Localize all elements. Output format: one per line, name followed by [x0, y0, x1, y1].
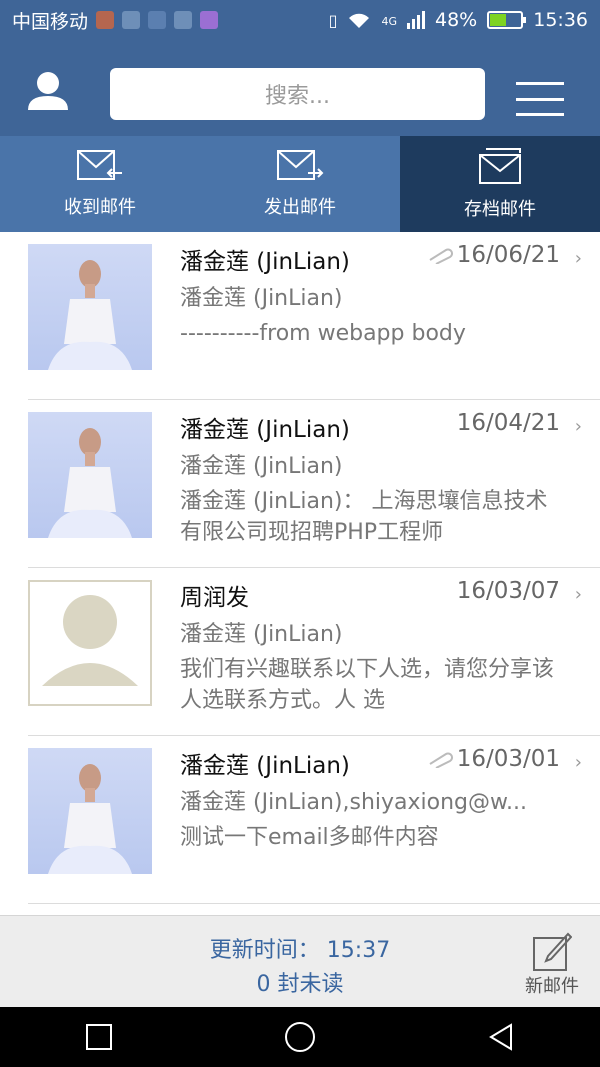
email-item[interactable]: 潘金莲 (JinLian) 16/06/21 › 潘金莲 (JinLian) -… [28, 232, 600, 400]
back-icon[interactable] [487, 1023, 515, 1051]
attachment-icon [429, 248, 453, 264]
email-item[interactable]: 潘金莲 (JinLian) 16/04/21 › 潘金莲 (JinLian) 潘… [28, 400, 600, 568]
huawei-notification-icon [96, 11, 115, 29]
email-list: 潘金莲 (JinLian) 16/06/21 › 潘金莲 (JinLian) -… [0, 232, 600, 904]
email-item[interactable]: 周润发 16/03/07 › 潘金莲 (JinLian) 我们有兴趣联系以下人选… [28, 568, 600, 736]
usb-icon [148, 11, 167, 29]
compose-icon [533, 932, 572, 971]
user-avatar-icon[interactable] [28, 70, 68, 112]
wifi-icon [349, 13, 370, 28]
email-date: 16/03/07 [456, 578, 560, 604]
unread-count: 0 封未读 [256, 972, 344, 997]
email-recipient: 潘金莲 (JinLian),shiyaxiong@w... [180, 790, 527, 815]
email-recipient: 潘金莲 (JinLian) [180, 622, 343, 647]
keyboard-icon [200, 11, 219, 29]
inbox-envelope-icon [77, 150, 122, 180]
app-notification-icon [122, 11, 141, 29]
recent-apps-icon[interactable] [85, 1023, 113, 1051]
email-preview: 潘金莲 (JinLian)： 上海思壤信息技术有限公司现招聘PHP工程师 [180, 489, 548, 545]
email-preview: ----------from webapp body [180, 321, 466, 346]
attachment-icon [429, 752, 453, 768]
vibrate-icon: ▯ [328, 10, 338, 30]
email-recipient: 潘金莲 (JinLian) [180, 286, 343, 311]
sender-name: 潘金莲 (JinLian) [180, 249, 350, 275]
tab-sent-label: 发出邮件 [264, 197, 336, 218]
battery-percent: 48% [435, 9, 478, 31]
carrier-label: 中国移动 [12, 10, 89, 33]
chevron-right-icon: › [574, 584, 582, 605]
update-time: 更新时间： 15:37 [209, 938, 391, 963]
email-recipient: 潘金莲 (JinLian) [180, 454, 343, 479]
battery-icon [487, 11, 527, 29]
email-date: 16/03/01 [456, 746, 560, 772]
default-avatar-icon [28, 580, 152, 706]
email-date: 16/04/21 [456, 410, 560, 436]
email-item[interactable]: 潘金莲 (JinLian) 16/03/01 › 潘金莲 (JinLian),s… [28, 736, 600, 904]
status-bar: 中国移动 ▯ 4G 48% 15:36 [0, 0, 600, 40]
mail-tabs: 收到邮件 发出邮件 存档邮件 [0, 136, 600, 232]
sender-name: 潘金莲 (JinLian) [180, 417, 350, 443]
sender-name: 潘金莲 (JinLian) [180, 753, 350, 779]
chevron-right-icon: › [574, 248, 582, 269]
email-preview: 测试一下email多邮件内容 [180, 825, 439, 850]
clock: 15:36 [533, 9, 588, 31]
home-icon[interactable] [284, 1021, 316, 1053]
image-icon [174, 11, 193, 29]
tab-inbox[interactable]: 收到邮件 [0, 136, 200, 232]
sender-name: 周润发 [180, 585, 249, 611]
android-nav-bar [0, 1007, 600, 1067]
chevron-right-icon: › [574, 752, 582, 773]
tab-archive[interactable]: 存档邮件 [400, 136, 600, 232]
search-input[interactable]: 搜索... [110, 68, 485, 120]
signal-icon [407, 11, 425, 29]
sender-photo [28, 748, 152, 874]
app-header: 搜索... [0, 40, 600, 136]
battery-fill [490, 14, 506, 26]
sender-photo [28, 412, 152, 538]
compose-button[interactable]: 新邮件 [524, 932, 580, 1008]
network-type-label: 4G [381, 15, 397, 28]
archive-envelope-icon [479, 148, 521, 184]
footer-bar: 更新时间： 15:37 0 封未读 新邮件 [0, 915, 600, 1007]
chevron-right-icon: › [574, 416, 582, 437]
tab-sent[interactable]: 发出邮件 [200, 136, 400, 232]
compose-label: 新邮件 [525, 976, 579, 997]
email-preview: 我们有兴趣联系以下人选，请您分享该人选联系方式。人 选 [180, 657, 555, 713]
tab-archive-label: 存档邮件 [464, 199, 536, 220]
menu-icon[interactable] [516, 82, 564, 116]
sender-photo [28, 244, 152, 370]
sent-envelope-icon [277, 150, 324, 180]
email-date: 16/06/21 [456, 242, 560, 268]
tab-inbox-label: 收到邮件 [64, 197, 136, 218]
